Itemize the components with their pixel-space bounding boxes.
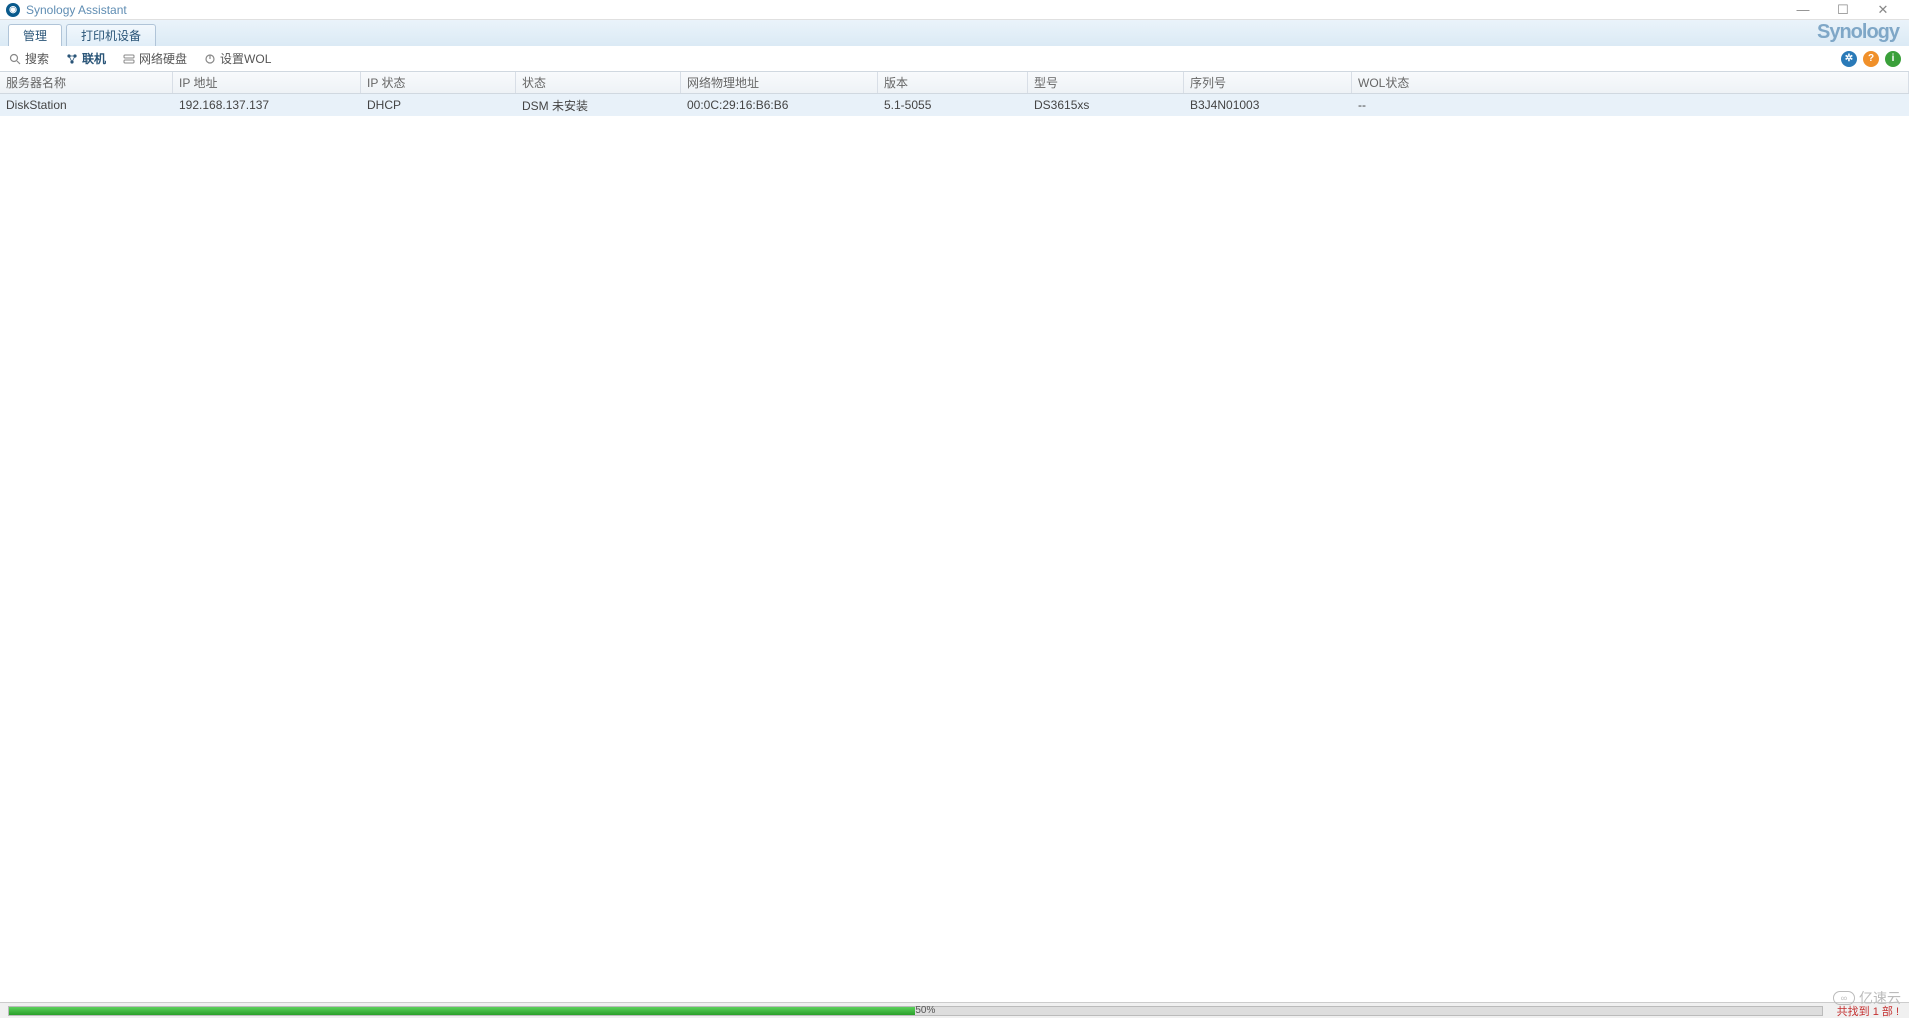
found-count-text: 共找到 1 部 ! (1827, 1003, 1909, 1019)
toolbar-label: 联机 (82, 50, 106, 67)
search-button[interactable]: 搜索 (8, 50, 49, 67)
cell-server-name: DiskStation (0, 98, 173, 112)
col-ip-address[interactable]: IP 地址 (173, 72, 361, 93)
network-drive-icon (122, 52, 135, 65)
progress-fill (9, 1007, 915, 1015)
toolbar-right-icons: ✲ ? i (1841, 51, 1901, 67)
col-serial[interactable]: 序列号 (1184, 72, 1352, 93)
server-table: 服务器名称 IP 地址 IP 状态 状态 网络物理地址 版本 型号 序列号 WO… (0, 72, 1909, 116)
close-button[interactable]: ✕ (1873, 2, 1893, 18)
cell-ip-status: DHCP (361, 98, 516, 112)
window-title: Synology Assistant (26, 3, 127, 17)
title-bar: ◉ Synology Assistant — ☐ ✕ (0, 0, 1909, 20)
progress-bar: 50% (8, 1006, 1823, 1016)
col-label: 序列号 (1190, 74, 1226, 91)
help-icon[interactable]: ? (1863, 51, 1879, 67)
col-model[interactable]: 型号 (1028, 72, 1184, 93)
col-label: WOL状态 (1358, 74, 1409, 91)
status-footer: 50% 共找到 1 部 ! (0, 1002, 1909, 1018)
tab-manage[interactable]: 管理 (8, 24, 62, 46)
table-header: 服务器名称 IP 地址 IP 状态 状态 网络物理地址 版本 型号 序列号 WO… (0, 72, 1909, 94)
col-wol-status[interactable]: WOL状态 (1352, 72, 1909, 93)
connect-icon (65, 52, 78, 65)
window-controls: — ☐ ✕ (1793, 2, 1903, 18)
power-icon (203, 52, 216, 65)
cell-serial: B3J4N01003 (1184, 98, 1352, 112)
tab-row: 管理 打印机设备 Synology (0, 20, 1909, 46)
col-label: 状态 (522, 74, 546, 91)
tab-label: 管理 (23, 27, 47, 44)
tab-label: 打印机设备 (81, 27, 141, 44)
cell-model: DS3615xs (1028, 98, 1184, 112)
search-icon (8, 52, 21, 65)
settings-icon[interactable]: ✲ (1841, 51, 1857, 67)
toolbar-label: 搜索 (25, 50, 49, 67)
cell-wol-status: -- (1352, 98, 1909, 112)
maximize-button[interactable]: ☐ (1833, 2, 1853, 18)
col-mac[interactable]: 网络物理地址 (681, 72, 878, 93)
cell-status: DSM 未安装 (516, 97, 681, 114)
set-wol-button[interactable]: 设置WOL (203, 50, 271, 67)
minimize-button[interactable]: — (1793, 2, 1813, 18)
cell-version: 5.1-5055 (878, 98, 1028, 112)
col-server-name[interactable]: 服务器名称 (0, 72, 173, 93)
cell-ip-address: 192.168.137.137 (173, 98, 361, 112)
col-label: 服务器名称 (6, 74, 66, 91)
toolbar: 搜索 联机 网络硬盘 设置WOL ✲ ? i (0, 46, 1909, 72)
col-status[interactable]: 状态 (516, 72, 681, 93)
col-ip-status[interactable]: IP 状态 (361, 72, 516, 93)
col-version[interactable]: 版本 (878, 72, 1028, 93)
brand-logo: Synology (1817, 21, 1899, 44)
tab-printer[interactable]: 打印机设备 (66, 24, 156, 46)
cell-mac: 00:0C:29:16:B6:B6 (681, 98, 878, 112)
col-label: 型号 (1034, 74, 1058, 91)
col-label: 网络物理地址 (687, 74, 759, 91)
progress-text: 50% (915, 1005, 935, 1016)
col-label: IP 状态 (367, 74, 405, 91)
network-drive-button[interactable]: 网络硬盘 (122, 50, 187, 67)
info-icon[interactable]: i (1885, 51, 1901, 67)
toolbar-label: 设置WOL (220, 50, 271, 67)
table-body: DiskStation 192.168.137.137 DHCP DSM 未安装… (0, 94, 1909, 116)
col-label: IP 地址 (179, 74, 217, 91)
col-label: 版本 (884, 74, 908, 91)
app-icon: ◉ (6, 3, 20, 17)
table-row[interactable]: DiskStation 192.168.137.137 DHCP DSM 未安装… (0, 94, 1909, 116)
toolbar-label: 网络硬盘 (139, 50, 187, 67)
connect-button[interactable]: 联机 (65, 50, 106, 67)
